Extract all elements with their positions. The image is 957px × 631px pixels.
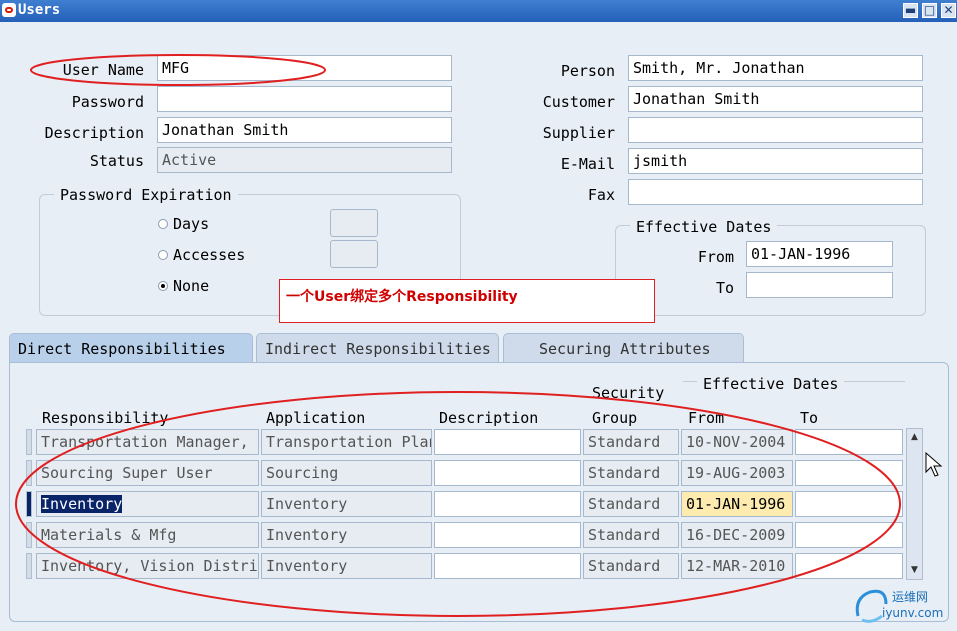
mouse-cursor-icon (925, 452, 943, 477)
user-name-ellipse (30, 54, 326, 86)
watermark: 运维网 iyunv.com (852, 586, 952, 626)
watermark-text-cn: 运维网 (892, 590, 929, 604)
watermark-text-url: iyunv.com (882, 606, 944, 620)
annotation-ellipses (15, 54, 901, 617)
responsibilities-ellipse (15, 391, 901, 617)
